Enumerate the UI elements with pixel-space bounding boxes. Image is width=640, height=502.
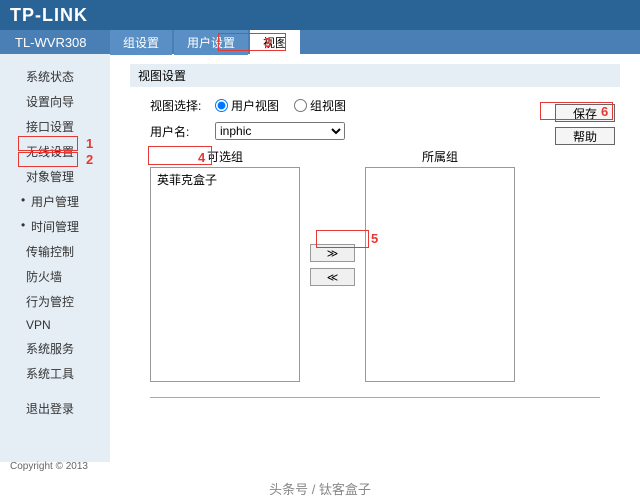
help-button[interactable]: 帮助 xyxy=(555,127,615,145)
row-view-select: 视图选择: 用户视图 组视图 xyxy=(130,97,620,114)
radio-user-label: 用户视图 xyxy=(231,97,279,114)
section-title: 视图设置 xyxy=(130,64,620,87)
subheader: TL-WVR308 组设置 用户设置 视图 xyxy=(0,30,640,54)
main-container: 系统状态 设置向导 接口设置 无线设置 对象管理 用户管理 时间管理 传输控制 … xyxy=(0,54,640,462)
sidebar-item-vpn[interactable]: VPN xyxy=(0,314,110,336)
radio-user-input[interactable] xyxy=(215,99,228,112)
sidebar: 系统状态 设置向导 接口设置 无线设置 对象管理 用户管理 时间管理 传输控制 … xyxy=(0,54,110,462)
radio-user-view[interactable]: 用户视图 xyxy=(215,97,279,114)
tab-view[interactable]: 视图 xyxy=(250,30,300,55)
available-listbox[interactable]: 英菲克盒子 xyxy=(150,167,300,382)
move-left-button[interactable]: ≪ xyxy=(310,268,355,286)
annotation-num-4: 4 xyxy=(198,150,205,165)
sidebar-item-object-mgmt[interactable]: 对象管理 xyxy=(0,164,110,189)
watermark: 头条号 / 钛客盒子 xyxy=(0,475,640,502)
main-panel: 视图设置 视图选择: 用户视图 组视图 用户名: inphic xyxy=(110,54,640,462)
radio-group-input[interactable] xyxy=(294,99,307,112)
copyright: Copyright © 2013 xyxy=(0,458,640,475)
footer: Copyright © 2013 头条号 / 钛客盒子 xyxy=(0,458,640,502)
divider xyxy=(150,397,600,398)
move-right-button[interactable]: ≫ xyxy=(310,244,355,262)
sidebar-item-transmission[interactable]: 传输控制 xyxy=(0,239,110,264)
radio-group-label: 组视图 xyxy=(310,97,346,114)
annotation-num-5: 5 xyxy=(371,231,378,246)
sidebar-item-time-mgmt[interactable]: 时间管理 xyxy=(0,214,110,239)
tab-user-settings[interactable]: 用户设置 xyxy=(174,30,248,55)
sidebar-item-firewall[interactable]: 防火墙 xyxy=(0,264,110,289)
belong-wrap: 所属组 xyxy=(365,148,515,382)
list-item[interactable]: 英菲克盒子 xyxy=(151,168,299,191)
header-bar: TP-LINK xyxy=(0,0,640,30)
label-username: 用户名: xyxy=(150,123,215,140)
annotation-num-2: 2 xyxy=(86,152,93,167)
label-view-select: 视图选择: xyxy=(150,97,215,114)
radio-group-view[interactable]: 组视图 xyxy=(294,97,346,114)
sidebar-item-interface[interactable]: 接口设置 xyxy=(0,114,110,139)
sidebar-item-system-service[interactable]: 系统服务 xyxy=(0,336,110,361)
dual-listbox: 可选组 英菲克盒子 ≫ ≪ 所属组 xyxy=(130,148,620,382)
sidebar-item-system-tools[interactable]: 系统工具 xyxy=(0,361,110,386)
select-username[interactable]: inphic xyxy=(215,122,345,140)
sidebar-item-wireless[interactable]: 无线设置 xyxy=(0,139,110,164)
row-username: 用户名: inphic xyxy=(130,122,620,140)
model-name: TL-WVR308 xyxy=(0,35,110,50)
brand-logo: TP-LINK xyxy=(10,5,88,26)
tab-bar: 组设置 用户设置 视图 xyxy=(110,30,300,55)
belong-listbox[interactable] xyxy=(365,167,515,382)
radio-group-view: 用户视图 组视图 xyxy=(215,97,346,114)
sidebar-item-user-mgmt[interactable]: 用户管理 xyxy=(0,189,110,214)
annotation-num-3: 3 xyxy=(264,35,271,50)
belong-title: 所属组 xyxy=(365,148,515,167)
sidebar-item-wizard[interactable]: 设置向导 xyxy=(0,89,110,114)
arrow-column: ≫ ≪ xyxy=(310,148,355,382)
tab-group-settings[interactable]: 组设置 xyxy=(110,30,172,55)
annotation-num-6: 6 xyxy=(601,104,608,119)
sidebar-item-status[interactable]: 系统状态 xyxy=(0,64,110,89)
available-title: 可选组 xyxy=(150,148,300,167)
sidebar-item-behavior[interactable]: 行为管控 xyxy=(0,289,110,314)
available-wrap: 可选组 英菲克盒子 xyxy=(150,148,300,382)
annotation-num-1: 1 xyxy=(86,136,93,151)
sidebar-item-logout[interactable]: 退出登录 xyxy=(0,396,110,421)
